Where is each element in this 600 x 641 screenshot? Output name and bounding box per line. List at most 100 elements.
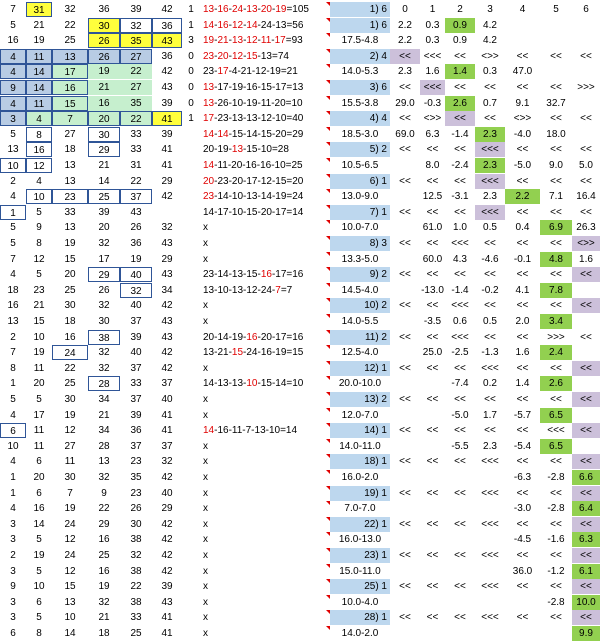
number-cell[interactable]: 3 <box>0 595 26 610</box>
formula-cell[interactable]: 13-16-24-13-20-19=105 <box>200 2 330 17</box>
match-count-cell[interactable] <box>182 501 200 516</box>
prob-cell[interactable]: << <box>505 548 540 563</box>
prob-cell[interactable]: 9.0 <box>540 158 572 173</box>
number-cell[interactable]: 1 <box>0 470 26 485</box>
number-cell[interactable]: 28 <box>88 439 120 454</box>
formula-cell[interactable]: x <box>200 563 330 579</box>
number-cell[interactable]: 43 <box>152 236 182 251</box>
formula-cell[interactable]: 19-21-13-12-11-17=93 <box>200 33 330 48</box>
prob-cell[interactable] <box>475 501 505 516</box>
prob-cell[interactable] <box>390 626 420 641</box>
prob-cell[interactable] <box>540 626 572 641</box>
number-cell[interactable] <box>152 205 182 220</box>
prob-cell[interactable]: << <box>390 610 420 625</box>
number-cell[interactable]: 15 <box>26 314 52 329</box>
prob-cell[interactable]: <<< <box>445 330 475 345</box>
number-cell[interactable]: 4 <box>0 501 26 516</box>
prob-cell[interactable]: << <box>505 80 540 95</box>
prob-cell[interactable]: -1.4 <box>445 127 475 142</box>
group-cell[interactable]: 20.0-10.0 <box>330 376 390 391</box>
number-cell[interactable]: 2 <box>0 174 26 189</box>
number-cell[interactable]: 43 <box>152 330 182 345</box>
number-cell[interactable]: 32 <box>88 361 120 376</box>
number-cell[interactable]: 18 <box>0 283 26 298</box>
prob-cell[interactable]: << <box>505 174 540 189</box>
match-count-cell[interactable] <box>182 205 200 220</box>
number-cell[interactable]: 9 <box>0 80 26 95</box>
group-cell[interactable]: 18.5-3.0 <box>330 127 390 142</box>
group-cell[interactable]: 10.0-7.0 <box>330 220 390 235</box>
number-cell[interactable]: 22 <box>88 501 120 516</box>
prob-cell[interactable]: -1.4 <box>445 283 475 298</box>
number-cell[interactable]: 14 <box>52 626 88 641</box>
match-count-cell[interactable] <box>182 330 200 345</box>
prob-cell[interactable]: << <box>572 360 600 376</box>
number-cell[interactable]: 8 <box>26 626 52 641</box>
formula-cell[interactable]: 14-16-12-14-24-13=56 <box>200 17 330 33</box>
number-cell[interactable]: 27 <box>120 80 152 95</box>
number-cell[interactable]: 42 <box>152 64 182 79</box>
formula-cell[interactable]: x <box>200 220 330 235</box>
prob-cell[interactable]: << <box>420 610 445 625</box>
formula-cell[interactable]: x <box>200 485 330 501</box>
number-cell[interactable]: 32 <box>152 220 182 235</box>
number-cell[interactable]: 1 <box>0 486 26 501</box>
prob-cell[interactable] <box>390 252 420 267</box>
prob-cell[interactable]: 2.2 <box>505 189 540 205</box>
number-cell[interactable]: 21 <box>88 408 120 423</box>
prob-cell[interactable]: <>> <box>475 49 505 64</box>
prob-cell[interactable]: 7.1 <box>540 189 572 204</box>
match-count-cell[interactable]: 1 <box>182 111 200 126</box>
number-cell[interactable]: 39 <box>152 579 182 594</box>
group-cell[interactable]: 14.0-5.3 <box>330 64 390 79</box>
number-cell[interactable]: 32 <box>152 454 182 469</box>
group-cell[interactable]: 2) 4 <box>330 48 390 64</box>
prob-cell[interactable]: 2.3 <box>390 64 420 79</box>
number-cell[interactable]: 38 <box>120 532 152 547</box>
prob-cell[interactable]: << <box>572 330 600 345</box>
prob-cell[interactable]: -5.7 <box>505 408 540 423</box>
number-cell[interactable]: 16 <box>0 33 26 48</box>
prob-cell[interactable]: << <box>445 454 475 469</box>
number-cell[interactable]: 31 <box>120 158 152 173</box>
number-cell[interactable]: 14 <box>26 517 52 532</box>
match-count-cell[interactable] <box>182 174 200 189</box>
prob-cell[interactable] <box>420 532 445 547</box>
number-cell[interactable]: 32 <box>88 595 120 610</box>
number-cell[interactable]: 22 <box>120 111 152 127</box>
prob-cell[interactable] <box>390 158 420 173</box>
prob-cell[interactable]: << <box>390 174 420 189</box>
prob-cell[interactable]: -1.3 <box>475 345 505 360</box>
formula-cell[interactable]: 14-13-13-10-15-14=10 <box>200 376 330 391</box>
prob-cell[interactable]: 2.2 <box>390 33 420 48</box>
match-count-cell[interactable]: 0 <box>182 49 200 64</box>
number-cell[interactable]: 1 <box>0 204 26 220</box>
number-cell[interactable]: 6 <box>26 595 52 610</box>
number-cell[interactable]: 2 <box>0 548 26 563</box>
number-cell[interactable]: 30 <box>88 126 120 142</box>
prob-cell[interactable] <box>390 470 420 485</box>
prob-cell[interactable]: << <box>572 205 600 220</box>
number-cell[interactable]: 16 <box>0 298 26 313</box>
prob-cell[interactable]: << <box>390 80 420 95</box>
number-cell[interactable]: 18 <box>52 314 88 329</box>
number-cell[interactable]: 34 <box>88 423 120 438</box>
number-cell[interactable]: 24 <box>52 548 88 563</box>
number-cell[interactable]: 42 <box>152 517 182 532</box>
number-cell[interactable]: 39 <box>88 205 120 220</box>
prob-cell[interactable]: << <box>505 423 540 438</box>
prob-cell[interactable]: << <box>572 516 600 532</box>
number-cell[interactable]: 37 <box>120 189 152 205</box>
number-cell[interactable]: 6 <box>26 486 52 501</box>
prob-cell[interactable]: 4.1 <box>505 283 540 298</box>
number-cell[interactable]: 37 <box>120 361 152 376</box>
prob-cell[interactable]: -5.0 <box>505 158 540 173</box>
formula-cell[interactable]: 13-21-15-24-16-19=15 <box>200 345 330 360</box>
formula-cell[interactable]: 13-17-19-16-15-17=13 <box>200 80 330 95</box>
number-cell[interactable]: 24 <box>52 517 88 532</box>
formula-cell[interactable]: 23-17-4-21-12-19=21 <box>200 64 330 79</box>
prob-cell[interactable]: 6.9 <box>540 220 572 236</box>
prob-cell[interactable]: 29.0 <box>390 96 420 111</box>
prob-cell[interactable]: <<< <box>475 548 505 563</box>
prob-cell[interactable]: << <box>390 48 420 64</box>
